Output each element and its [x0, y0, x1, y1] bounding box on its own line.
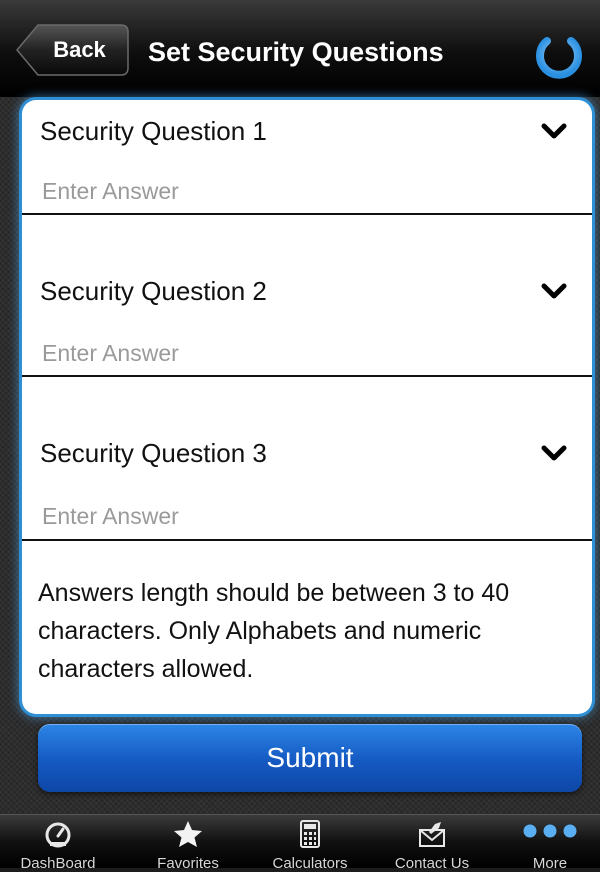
answer-input-1[interactable]: [42, 174, 542, 208]
tab-label: More: [532, 855, 568, 872]
divider: [22, 213, 592, 215]
tab-label: DashBoard: [20, 855, 96, 872]
power-icon[interactable]: [528, 24, 590, 86]
back-button[interactable]: Back: [16, 24, 129, 76]
page-title: Set Security Questions: [148, 37, 444, 67]
back-button-label: Back: [53, 37, 106, 62]
question-select-3[interactable]: Security Question 3: [40, 438, 267, 469]
dashboard-icon: [45, 822, 71, 848]
tab-dashboard[interactable]: DashBoard: [8, 815, 108, 872]
divider: [22, 375, 592, 377]
question-select-1[interactable]: Security Question 1: [40, 116, 267, 147]
tab-label: Favorites: [157, 855, 219, 872]
chevron-down-icon[interactable]: [540, 444, 568, 464]
question-block-1: Security Question 1: [22, 100, 592, 216]
question-block-3: Security Question 3: [22, 378, 592, 540]
question-block-2: Security Question 2: [22, 216, 592, 378]
question-select-2[interactable]: Security Question 2: [40, 276, 267, 307]
navigation-bar: Back Set Security Questions: [0, 0, 600, 97]
mail-icon: [419, 822, 445, 847]
chevron-down-icon[interactable]: [540, 122, 568, 142]
answer-input-2[interactable]: [42, 336, 542, 370]
tab-more[interactable]: More: [510, 815, 590, 872]
answer-rules-note: Answers length should be between 3 to 40…: [38, 579, 510, 683]
tab-favorites[interactable]: Favorites: [138, 815, 238, 872]
tab-contact-us[interactable]: Contact Us: [380, 815, 484, 872]
tab-label: Contact Us: [394, 855, 470, 872]
divider: [22, 539, 592, 541]
submit-button[interactable]: Submit: [38, 724, 582, 792]
star-icon: [174, 821, 202, 847]
tab-bar: DashBoard Favorites Calculators Contact …: [0, 814, 600, 872]
more-dots-icon: [523, 824, 577, 838]
answer-input-3[interactable]: [42, 499, 542, 533]
calculator-icon: [300, 820, 320, 848]
tab-calculators[interactable]: Calculators: [258, 815, 362, 872]
tab-label: Calculators: [272, 855, 348, 872]
security-questions-card: Security Question 1 Security Question 2 …: [22, 100, 592, 714]
chevron-down-icon[interactable]: [540, 282, 568, 302]
